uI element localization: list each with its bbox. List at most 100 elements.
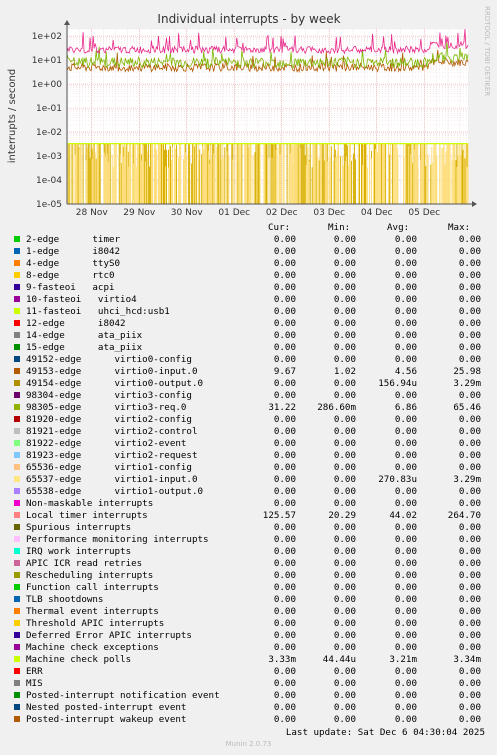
legend-row: Performance monitoring interrupts 0.00 0.0…	[0, 534, 497, 546]
legend-swatch	[14, 692, 20, 698]
legend-swatch	[14, 428, 20, 434]
legend-row: 14-edge ata_piix 0.00 0.00 0.00 0.00	[0, 330, 497, 342]
legend-swatch	[14, 404, 20, 410]
legend-label: Non-maskable interrupts	[26, 498, 154, 509]
legend-swatch	[14, 608, 20, 614]
legend-swatch	[14, 392, 20, 398]
legend-swatch	[14, 656, 20, 662]
legend-label: 81920-edge virtio2-config	[26, 414, 192, 425]
legend-max-value: 0.00	[458, 666, 481, 677]
legend-row: MIS 0.00 0.00 0.00 0.00	[0, 678, 497, 690]
legend-row: 9-fasteoi acpi 0.00 0.00 0.00 0.00	[0, 282, 497, 294]
legend-max-value: 3.29m	[453, 378, 481, 389]
legend-row: 2-edge timer 0.00 0.00 0.00 0.00	[0, 234, 497, 246]
legend-row: 65537-edge virtio1-input.0 0.00 0.00 270.83…	[0, 474, 497, 486]
legend-swatch	[14, 572, 20, 578]
legend-max-value: 0.00	[458, 414, 481, 425]
last-update-text: Last update: Sat Dec 6 04:30:04 2025	[285, 727, 485, 738]
legend-swatch	[14, 560, 20, 566]
legend-label: Machine check exceptions	[26, 642, 159, 653]
x-tick-label: 03 Dec	[313, 208, 345, 218]
legend-row: ERR 0.00 0.00 0.00 0.00	[0, 666, 497, 678]
legend-row: 49152-edge virtio0-config 0.00 0.00 0.00 0.0…	[0, 354, 497, 366]
x-tick-label: 05 Dec	[408, 208, 440, 218]
legend-row: Machine check exceptions 0.00 0.00 0.00 0.00	[0, 642, 497, 654]
x-tick-label: 02 Dec	[266, 208, 298, 218]
legend-label: APIC ICR read retries	[26, 558, 143, 569]
legend-row: Function call interrupts 0.00 0.00 0.00 0.00	[0, 582, 497, 594]
legend-row: Local timer interrupts 125.57 20.29 44.02 26…	[0, 510, 497, 522]
legend-label: Thermal event interrupts	[26, 606, 159, 617]
legend-row: 15-edge ata_piix 0.00 0.00 0.00 0.00	[0, 342, 497, 354]
legend-label: 9-fasteoi acpi	[26, 282, 115, 293]
legend-label: 65537-edge virtio1-input.0	[26, 474, 198, 485]
legend-label: 2-edge timer	[26, 234, 121, 245]
y-tick-label: 1e-02	[36, 128, 62, 138]
legend-row: 81922-edge virtio2-event 0.00 0.00 0.00 0.00	[0, 438, 497, 450]
legend-max-value: 0.00	[458, 318, 481, 329]
legend-label: MIS	[26, 678, 43, 689]
munin-version: Munin 2.0.73	[225, 740, 272, 748]
header-avg: Avg:	[387, 222, 410, 233]
legend-max-value: 0.00	[458, 558, 481, 569]
legend-swatch	[14, 716, 20, 722]
legend-swatch	[14, 548, 20, 554]
legend-swatch	[14, 440, 20, 446]
legend-row: 98305-edge virtio3-req.0 31.22 286.60m 6.86…	[0, 402, 497, 414]
header-cur: Cur:	[268, 222, 291, 233]
legend-max-value: 0.00	[458, 486, 481, 497]
legend-max-value: 0.00	[458, 594, 481, 605]
legend-swatch	[14, 308, 20, 314]
legend-swatch	[14, 584, 20, 590]
legend-swatch	[14, 272, 20, 278]
legend-max-value: 25.98	[453, 366, 481, 377]
legend-max-value: 0.00	[458, 270, 481, 281]
legend-label: TLB shootdowns	[26, 594, 104, 605]
legend-swatch	[14, 296, 20, 302]
chart-title: Individual interrupts - by week	[157, 12, 340, 26]
legend-max-value: 0.00	[458, 630, 481, 641]
legend-label: 15-edge ata_piix	[26, 342, 143, 353]
legend-label: Deferred Error APIC interrupts	[26, 630, 192, 641]
legend-max-value: 0.00	[458, 354, 481, 365]
legend-label: Rescheduling interrupts	[26, 570, 154, 581]
legend-max-value: 0.00	[458, 582, 481, 593]
legend-max-value: 0.00	[458, 390, 481, 401]
legend-swatch	[14, 380, 20, 386]
x-tick-label: 30 Nov	[171, 208, 204, 218]
legend-max-value: 65.46	[453, 402, 481, 413]
legend-max-value: 0.00	[458, 690, 481, 701]
legend-swatch	[14, 416, 20, 422]
legend-max-value: 0.00	[458, 570, 481, 581]
x-tick-labels: 28 Nov 29 Nov 30 Nov 01 Dec 02 Dec 03 Dec 04 D…	[76, 208, 440, 218]
legend-label: Posted-interrupt notification event	[26, 690, 220, 701]
header-max: Max:	[448, 222, 471, 233]
legend-row: 12-edge i8042 0.00 0.00 0.00 0.00	[0, 318, 497, 330]
legend-label: Posted-interrupt wakeup event	[26, 714, 187, 725]
legend-label: 10-fasteoi virtio4	[26, 294, 137, 305]
legend-header: Cur: Min: Avg: Max:	[0, 222, 497, 234]
legend-swatch	[14, 476, 20, 482]
chart: Individual interrupts - by week interrup…	[7, 12, 477, 218]
legend-row: 49153-edge virtio0-input.0 9.67 1.02 4.56 25…	[0, 366, 497, 378]
legend-swatch	[14, 512, 20, 518]
legend-swatch	[14, 500, 20, 506]
legend-row: 11-fasteoi uhci_hcd:usb1 0.00 0.00 0.00 0.00	[0, 306, 497, 318]
legend-swatch	[14, 524, 20, 530]
legend-max-value: 0.00	[458, 258, 481, 269]
legend-label: 98305-edge virtio3-req.0	[26, 402, 187, 413]
legend-label: Threshold APIC interrupts	[26, 618, 165, 629]
legend-swatch	[14, 668, 20, 674]
legend-label: Function call interrupts	[26, 582, 159, 593]
legend-label: 4-edge ttyS0	[26, 258, 121, 269]
y-tick-label: 1e-05	[36, 200, 62, 210]
legend-row: 65538-edge virtio1-output.0 0.00 0.00 0.00 0…	[0, 486, 497, 498]
legend-row: 65536-edge virtio1-config 0.00 0.00 0.00 0.0…	[0, 462, 497, 474]
legend-max-value: 0.00	[458, 498, 481, 509]
legend-max-value: 0.00	[458, 702, 481, 713]
legend-row: 98304-edge virtio3-config 0.00 0.00 0.00 0.0…	[0, 390, 497, 402]
x-tick-label: 04 Dec	[361, 208, 393, 218]
legend-swatch	[14, 332, 20, 338]
legend-max-value: 0.00	[458, 534, 481, 545]
header-min: Min:	[328, 222, 351, 233]
